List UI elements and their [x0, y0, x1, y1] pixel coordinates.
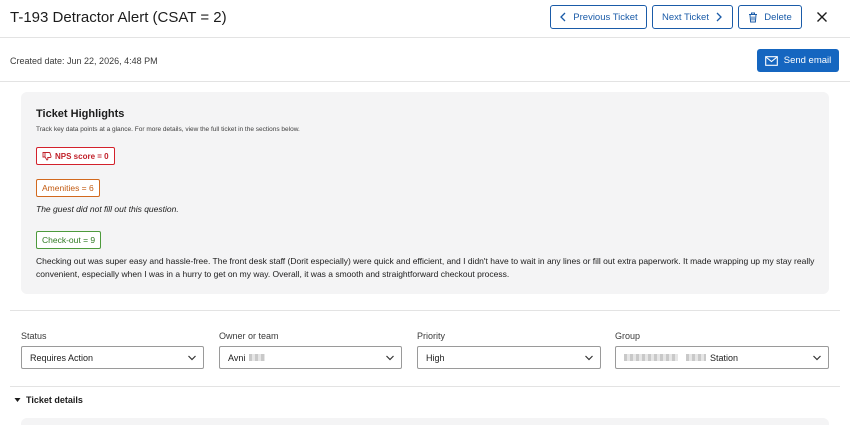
send-email-button[interactable]: Send email	[757, 49, 839, 72]
amenities-note: The guest did not fill out this question…	[36, 204, 179, 214]
owner-value: Avni	[228, 352, 246, 363]
delete-label: Delete	[764, 11, 792, 23]
chevron-right-icon	[716, 12, 722, 22]
ticket-details-card	[21, 418, 829, 425]
send-email-label: Send email	[783, 55, 832, 66]
highlights-subtitle: Track key data points at a glance. For m…	[36, 126, 300, 133]
chevron-down-icon	[585, 355, 593, 361]
ticket-details-label: Ticket details	[26, 395, 83, 405]
chevron-down-icon	[813, 355, 821, 361]
chevron-down-icon	[188, 355, 196, 361]
previous-ticket-label: Previous Ticket	[573, 11, 638, 23]
amenities-badge: Amenities = 6	[36, 179, 100, 197]
redacted-name	[249, 354, 266, 361]
status-label: Status	[21, 331, 47, 341]
priority-label: Priority	[417, 331, 446, 341]
nps-score-label: NPS score = 0	[55, 151, 109, 161]
next-ticket-label: Next Ticket	[662, 11, 709, 23]
trash-icon	[749, 12, 758, 22]
delete-button[interactable]: Delete	[738, 5, 802, 29]
group-label: Group	[615, 331, 641, 341]
envelope-icon	[764, 55, 778, 66]
ticket-highlights-card: Ticket Highlights Track key data points …	[21, 92, 829, 294]
ticket-details-toggle[interactable]: Ticket details	[14, 395, 83, 405]
nps-score-badge: NPS score = 0	[36, 147, 115, 165]
checkout-badge: Check-out = 9	[36, 231, 102, 249]
chevron-down-icon	[386, 355, 394, 361]
next-ticket-button[interactable]: Next Ticket	[652, 5, 733, 29]
owner-label: Owner or team	[219, 331, 279, 341]
amenities-label: Amenities = 6	[42, 183, 94, 193]
redacted-group-prefix	[624, 354, 678, 361]
page-title: T-193 Detractor Alert (CSAT = 2)	[10, 9, 227, 26]
highlights-title: Ticket Highlights	[36, 108, 125, 120]
checkout-label: Check-out = 9	[42, 235, 96, 245]
chevron-left-icon	[560, 12, 566, 22]
group-select[interactable]: Station	[615, 346, 829, 369]
caret-down-icon	[14, 398, 21, 402]
divider	[10, 310, 840, 311]
close-icon[interactable]	[814, 9, 830, 25]
priority-select[interactable]: High	[417, 346, 601, 369]
previous-ticket-button[interactable]: Previous Ticket	[550, 5, 647, 29]
redacted-group-middle	[686, 354, 706, 361]
owner-select[interactable]: Avni	[219, 346, 402, 369]
ticket-subbar: Created date: Jun 22, 2026, 4:48 PM	[0, 38, 850, 82]
status-select[interactable]: Requires Action	[21, 346, 204, 369]
thumbs-down-icon	[42, 152, 52, 161]
checkout-comment: Checking out was super easy and hassle-f…	[36, 256, 815, 279]
created-date: Created date: Jun 22, 2026, 4:48 PM	[10, 56, 158, 66]
ticket-header: T-193 Detractor Alert (CSAT = 2) Previou…	[0, 0, 850, 38]
status-value: Requires Action	[30, 352, 94, 363]
divider	[10, 386, 840, 387]
group-value: Station	[710, 352, 739, 363]
priority-value: High	[426, 352, 445, 363]
